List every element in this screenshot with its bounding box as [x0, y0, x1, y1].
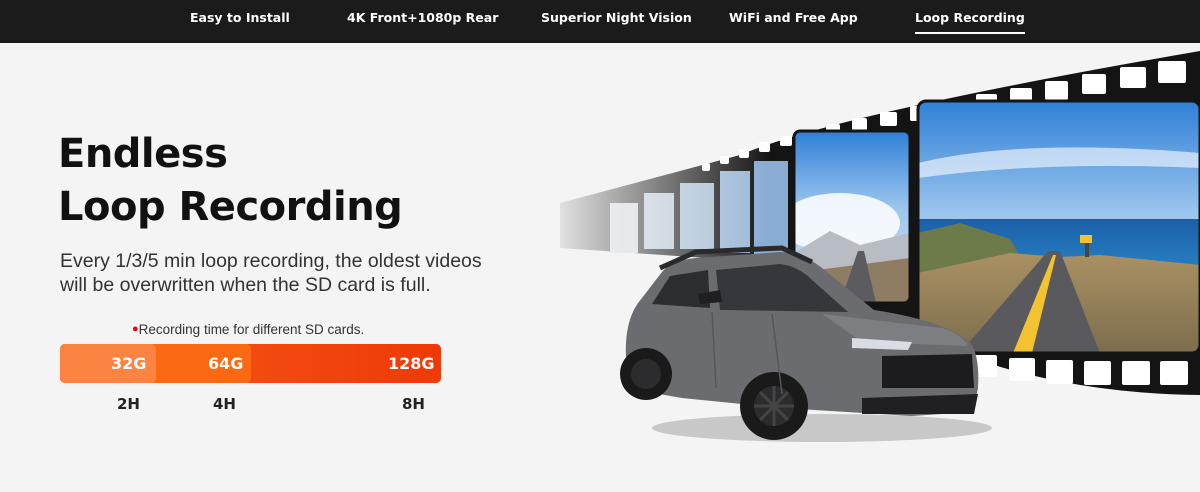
hero-description: Every 1/3/5 min loop recording, the olde… [60, 250, 482, 296]
capacity-label-32g: 32G [111, 354, 147, 373]
time-label-4h: 4H [213, 395, 236, 413]
time-label-2h: 2H [117, 395, 140, 413]
time-label-8h: 8H [402, 395, 425, 413]
nav-item-wifi-and-free-app[interactable]: WiFi and Free App [729, 10, 858, 25]
title-line-2: Loop Recording [58, 184, 403, 230]
sd-card-note-text: Recording time for different SD cards. [138, 322, 365, 337]
title-line-1: Endless [58, 131, 228, 177]
nav-item-easy-to-install[interactable]: Easy to Install [190, 10, 290, 25]
sd-card-note: ●Recording time for different SD cards. [132, 322, 364, 337]
bullet-dot-icon: ● [132, 323, 139, 335]
nav-item-loop-recording[interactable]: Loop Recording [915, 10, 1025, 34]
capacity-label-64g: 64G [208, 354, 244, 373]
sd-capacity-bar: 32G 64G 128G [60, 344, 441, 383]
capacity-label-128g: 128G [388, 354, 435, 373]
suv-icon [620, 245, 992, 442]
page-title: Endless Loop Recording [58, 128, 403, 234]
top-nav: Easy to Install 4K Front+1080p Rear Supe… [0, 0, 1200, 43]
nav-item-superior-night-vision[interactable]: Superior Night Vision [541, 10, 692, 25]
nav-item-4k-front-1080p-rear[interactable]: 4K Front+1080p Rear [347, 10, 498, 25]
